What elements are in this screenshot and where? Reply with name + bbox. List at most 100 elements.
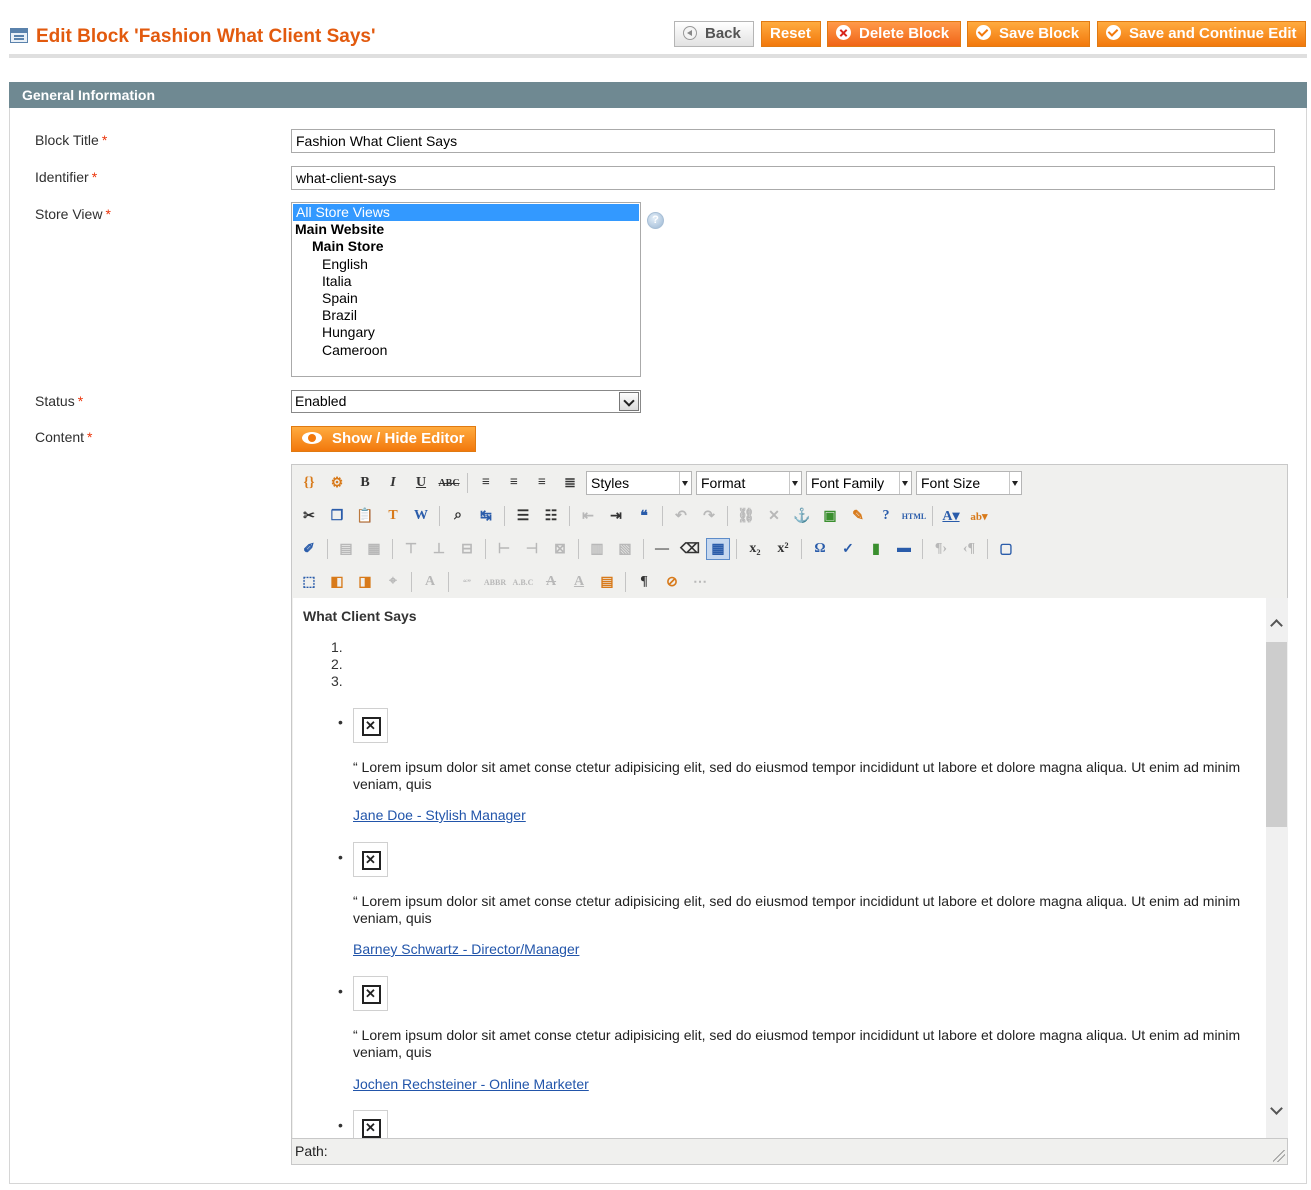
bullet-list-icon[interactable]: ☰ (511, 505, 535, 527)
outdent-icon[interactable]: ⇤ (576, 505, 600, 527)
delete-row-icon[interactable]: ⊟ (455, 538, 479, 560)
col-before-icon[interactable]: ⊢ (492, 538, 516, 560)
row-after-icon[interactable]: ⊥ (427, 538, 451, 560)
editor-content-area[interactable]: What Client Says 1. 2. 3. • “ Lorem ipsu… (293, 598, 1266, 1138)
testimonial-author-link[interactable]: Barney Schwartz - Director/Manager (353, 941, 579, 957)
store-option-hungary[interactable]: Hungary (292, 324, 640, 341)
merge-cells-icon[interactable]: ▧ (613, 538, 637, 560)
background-color-icon[interactable]: ab▾ (967, 505, 991, 527)
indent-icon[interactable]: ⇥ (604, 505, 628, 527)
scroll-down-icon[interactable] (1270, 1102, 1283, 1115)
insert-image-icon[interactable]: ▣ (818, 505, 842, 527)
subscript-icon[interactable]: x₂ (743, 538, 767, 560)
paste-word-icon[interactable]: W (409, 505, 433, 527)
font-size-dropdown[interactable]: Font Size (916, 471, 1022, 495)
reset-button[interactable]: Reset (761, 21, 821, 47)
superscript-icon[interactable]: x² (771, 538, 795, 560)
italic-icon[interactable]: I (381, 472, 405, 494)
replace-icon[interactable]: ↹ (474, 505, 498, 527)
align-center-icon[interactable]: ≡ (502, 472, 526, 494)
block-title-input[interactable] (291, 129, 1275, 153)
redo-icon[interactable]: ↷ (697, 505, 721, 527)
absolute-icon[interactable]: ⌖ (381, 571, 405, 593)
ltr-icon[interactable]: ¶› (929, 538, 953, 560)
blockquote-icon[interactable]: ❝ (632, 505, 656, 527)
strikethrough-icon[interactable]: ABC (437, 472, 461, 494)
store-option-all[interactable]: All Store Views (293, 204, 639, 222)
back-button[interactable]: Back (674, 21, 754, 47)
insert-text-icon[interactable]: A (567, 571, 591, 593)
fullscreen-icon[interactable]: ▢ (994, 538, 1018, 560)
testimonial-author-link[interactable]: Jochen Rechsteiner - Online Marketer (353, 1076, 589, 1092)
insert-layer-icon[interactable]: ⬚ (297, 571, 321, 593)
broken-image-icon[interactable] (353, 708, 388, 743)
styles-dropdown[interactable]: Styles (586, 471, 692, 495)
media-icon[interactable]: ▮ (864, 538, 888, 560)
broken-image-icon[interactable] (353, 1110, 388, 1138)
horizontal-rule-icon[interactable]: — (650, 538, 674, 560)
delete-block-button[interactable]: Delete Block (827, 21, 961, 47)
store-option-spain[interactable]: Spain (292, 290, 640, 307)
text-color-icon[interactable]: A▾ (939, 505, 963, 527)
font-family-dropdown[interactable]: Font Family (806, 471, 912, 495)
col-after-icon[interactable]: ⊣ (520, 538, 544, 560)
style-props-icon[interactable]: A (418, 571, 442, 593)
spellcheck-icon[interactable]: ✓ (836, 538, 860, 560)
broken-image-icon[interactable] (353, 976, 388, 1011)
delete-text-icon[interactable]: A (539, 571, 563, 593)
move-forward-icon[interactable]: ◧ (325, 571, 349, 593)
bold-icon[interactable]: B (353, 472, 377, 494)
help-icon[interactable]: ? (874, 505, 898, 527)
broken-image-icon[interactable] (353, 842, 388, 877)
identifier-input[interactable] (291, 166, 1275, 190)
unlink-icon[interactable]: ✕ (762, 505, 786, 527)
nonbreaking-icon[interactable]: ▬ (892, 538, 916, 560)
attributes-icon[interactable]: ▤ (595, 571, 619, 593)
insert-widget-icon[interactable]: ⚙ (325, 472, 349, 494)
abbr-icon[interactable]: ABBR (483, 571, 507, 593)
delete-col-icon[interactable]: ⊠ (548, 538, 572, 560)
help-icon[interactable]: ? (647, 212, 664, 229)
paste-icon[interactable]: 📋 (353, 505, 377, 527)
underline-icon[interactable]: U (409, 472, 433, 494)
table-icon[interactable]: ▦ (706, 538, 730, 560)
rtl-icon[interactable]: ‹¶ (957, 538, 981, 560)
testimonial-author-link[interactable]: Jane Doe - Stylish Manager (353, 807, 526, 823)
remove-format-icon[interactable]: ⌫ (678, 538, 702, 560)
visual-chars-icon[interactable]: ¶ (632, 571, 656, 593)
save-continue-button[interactable]: Save and Continue Edit (1097, 21, 1306, 47)
store-option-cameroon[interactable]: Cameroon (292, 342, 640, 359)
find-icon[interactable]: ⌕ (446, 505, 470, 527)
page-break-icon[interactable]: ⋯ (688, 571, 712, 593)
cite-icon[interactable]: “” (455, 571, 479, 593)
html-source-icon[interactable]: HTML (902, 505, 926, 527)
align-left-icon[interactable]: ≡ (474, 472, 498, 494)
store-view-multiselect[interactable]: All Store Views Main Website Main Store … (291, 202, 641, 377)
cleanup-icon[interactable]: ✎ (846, 505, 870, 527)
insert-variable-icon[interactable]: {} (297, 472, 321, 494)
undo-icon[interactable]: ↶ (669, 505, 693, 527)
align-justify-icon[interactable]: ≣ (558, 472, 582, 494)
show-hide-editor-button[interactable]: Show / Hide Editor (291, 426, 476, 452)
store-option-italia[interactable]: Italia (292, 273, 640, 290)
cut-icon[interactable]: ✂ (297, 505, 321, 527)
scroll-up-icon[interactable] (1270, 619, 1283, 632)
editor-scrollbar[interactable] (1266, 598, 1288, 1138)
special-char-icon[interactable]: Ω (808, 538, 832, 560)
align-right-icon[interactable]: ≡ (530, 472, 554, 494)
copy-icon[interactable]: ❐ (325, 505, 349, 527)
scroll-thumb[interactable] (1266, 642, 1287, 827)
store-option-english[interactable]: English (292, 256, 640, 273)
split-cells-icon[interactable]: ▥ (585, 538, 609, 560)
row-props-icon[interactable]: ▤ (334, 538, 358, 560)
edit-icon[interactable]: ✐ (297, 538, 321, 560)
move-backward-icon[interactable]: ◨ (353, 571, 377, 593)
link-icon[interactable]: ⛓ (734, 505, 758, 527)
paste-text-icon[interactable]: T (381, 505, 405, 527)
cell-props-icon[interactable]: ▦ (362, 538, 386, 560)
save-block-button[interactable]: Save Block (967, 21, 1090, 47)
row-before-icon[interactable]: ⊤ (399, 538, 423, 560)
acronym-icon[interactable]: A.B.C (511, 571, 535, 593)
status-select[interactable]: Enabled (291, 390, 641, 413)
numbered-list-icon[interactable]: ☷ (539, 505, 563, 527)
